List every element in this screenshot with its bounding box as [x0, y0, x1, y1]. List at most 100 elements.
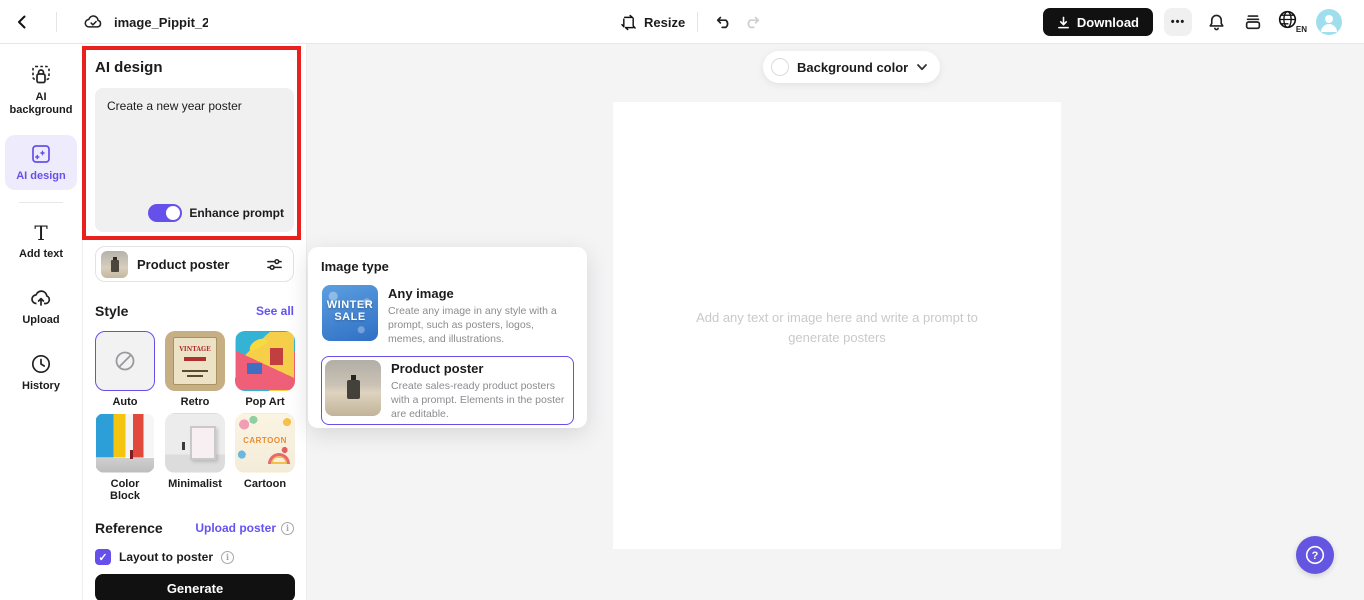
- back-button[interactable]: [0, 0, 44, 44]
- enhance-prompt-toggle[interactable]: [148, 204, 183, 222]
- style-grid: Auto VINTAGE Retro Pop Art Color Block M…: [95, 331, 295, 502]
- perfume-bottle-art: [347, 374, 360, 399]
- resize-label: Resize: [644, 14, 686, 30]
- style-thumb-color-block[interactable]: [95, 413, 155, 473]
- language-button[interactable]: EN: [1277, 9, 1307, 35]
- panel-title: AI design: [95, 59, 163, 76]
- resize-button[interactable]: Resize: [620, 14, 685, 31]
- divider: [56, 12, 57, 32]
- color-swatch: [771, 58, 789, 76]
- enhance-prompt-label: Enhance prompt: [189, 206, 284, 220]
- sidebar-item-label: Add text: [19, 247, 63, 260]
- image-type-popup: Image type WINTER SALE Any image Create …: [308, 247, 587, 428]
- toggle-knob: [166, 206, 181, 220]
- top-bar: image_Pippit_20 Resize Download ••• EN: [0, 0, 1364, 44]
- image-type-option-product-poster[interactable]: Product poster Create sales-ready produc…: [321, 355, 574, 426]
- layout-to-poster-label: Layout to poster: [119, 550, 214, 564]
- globe-icon: [1278, 10, 1297, 29]
- background-color-dropdown[interactable]: Background color: [763, 51, 941, 83]
- tool-sidebar: AI background AI design T Add text Uploa…: [0, 44, 83, 600]
- sidebar-item-ai-background[interactable]: AI background: [5, 56, 77, 123]
- document-title[interactable]: image_Pippit_20: [114, 15, 208, 30]
- user-avatar[interactable]: [1316, 9, 1342, 35]
- style-option-minimalist[interactable]: Minimalist: [165, 413, 225, 502]
- text-icon: T: [34, 220, 48, 245]
- product-poster-thumbnail: [101, 250, 128, 278]
- style-thumb-auto[interactable]: [95, 331, 155, 391]
- svg-text:?: ?: [1312, 550, 1319, 562]
- upload-cloud-icon: [31, 290, 51, 306]
- style-section-header: Style See all: [95, 303, 294, 319]
- prompt-input[interactable]: Create a new year poster Enhance prompt: [95, 88, 294, 232]
- sidebar-item-ai-design[interactable]: AI design: [5, 135, 77, 190]
- question-mark-icon: ?: [1305, 545, 1325, 565]
- history-clock-icon: [31, 354, 51, 373]
- none-slash-icon: [115, 351, 135, 371]
- resize-icon: [621, 14, 636, 30]
- language-code: EN: [1295, 25, 1307, 34]
- download-label: Download: [1076, 14, 1139, 30]
- layout-to-poster-row: ✓ Layout to poster i: [95, 549, 294, 565]
- download-button[interactable]: Download: [1042, 8, 1153, 36]
- perfume-bottle-art: [111, 256, 119, 272]
- sidebar-item-label: History: [22, 379, 60, 392]
- see-all-link[interactable]: See all: [256, 304, 294, 318]
- download-icon: [1057, 16, 1069, 28]
- sidebar-item-add-text[interactable]: T Add text: [5, 215, 77, 267]
- style-thumb-retro[interactable]: VINTAGE: [165, 331, 225, 391]
- sidebar-item-history[interactable]: History: [5, 345, 77, 399]
- reference-section-header: Reference Upload poster i: [95, 520, 294, 536]
- layout-to-poster-checkbox[interactable]: ✓: [95, 549, 111, 565]
- person-art: [182, 442, 185, 450]
- style-option-pop-art[interactable]: Pop Art: [235, 331, 295, 408]
- prompt-text: Create a new year poster: [107, 99, 242, 113]
- retro-art-line: [182, 370, 208, 372]
- cartoon-thumb-text: CARTOON: [243, 436, 287, 445]
- person-art: [130, 450, 133, 459]
- image-type-selected-label: Product poster: [137, 256, 230, 272]
- cloud-saved-icon: [83, 12, 104, 33]
- background-color-label: Background color: [797, 59, 909, 75]
- retro-thumb-text: VINTAGE: [179, 346, 211, 353]
- style-thumb-pop-art[interactable]: [235, 331, 295, 391]
- ai-design-panel: AI design Create a new year poster Enhan…: [83, 44, 307, 600]
- style-option-cartoon[interactable]: CARTOON Cartoon: [235, 413, 295, 502]
- redo-button[interactable]: [738, 8, 766, 36]
- style-option-color-block[interactable]: Color Block: [95, 413, 155, 502]
- more-options-button[interactable]: •••: [1164, 8, 1192, 36]
- style-thumb-minimalist[interactable]: [165, 413, 225, 473]
- any-image-thumbnail: WINTER SALE: [322, 285, 378, 341]
- notifications-button[interactable]: [1203, 9, 1229, 35]
- chevron-left-icon: [18, 15, 26, 29]
- style-thumb-cartoon[interactable]: CARTOON: [235, 413, 295, 473]
- image-type-option-any-image[interactable]: WINTER SALE Any image Create any image i…: [321, 284, 574, 348]
- style-option-auto[interactable]: Auto: [95, 331, 155, 408]
- option-title: Product poster: [391, 360, 484, 376]
- upload-poster-link[interactable]: Upload poster: [195, 521, 276, 535]
- ai-background-icon: [32, 65, 50, 84]
- sidebar-item-upload[interactable]: Upload: [5, 279, 77, 333]
- chevron-down-icon: [917, 64, 928, 71]
- option-description: Create sales-ready product posters with …: [391, 379, 565, 420]
- divider: [697, 12, 699, 32]
- topbar-center: Resize: [620, 0, 766, 44]
- help-button[interactable]: ?: [1296, 536, 1334, 574]
- sale-text-line: SALE: [334, 311, 366, 324]
- person-icon: [1321, 15, 1337, 32]
- product-poster-thumbnail: [325, 359, 381, 416]
- sliders-icon: [267, 258, 282, 270]
- retro-poster-art: [173, 337, 217, 385]
- style-option-retro[interactable]: VINTAGE Retro: [165, 331, 225, 408]
- style-label: Auto: [112, 396, 138, 408]
- undo-button[interactable]: [710, 8, 738, 36]
- image-type-selector[interactable]: Product poster: [95, 246, 294, 282]
- image-type-popup-title: Image type: [321, 259, 389, 274]
- sidebar-divider: [19, 201, 63, 203]
- print-queue-button[interactable]: [1240, 9, 1266, 35]
- winter-text-line: WINTER: [326, 299, 374, 311]
- topbar-right: Download ••• EN: [1042, 0, 1342, 44]
- reference-heading: Reference: [95, 520, 163, 536]
- design-canvas[interactable]: Add any text or image here and write a p…: [613, 102, 1061, 549]
- generate-button[interactable]: Generate: [95, 574, 295, 600]
- printer-icon: [1245, 15, 1261, 30]
